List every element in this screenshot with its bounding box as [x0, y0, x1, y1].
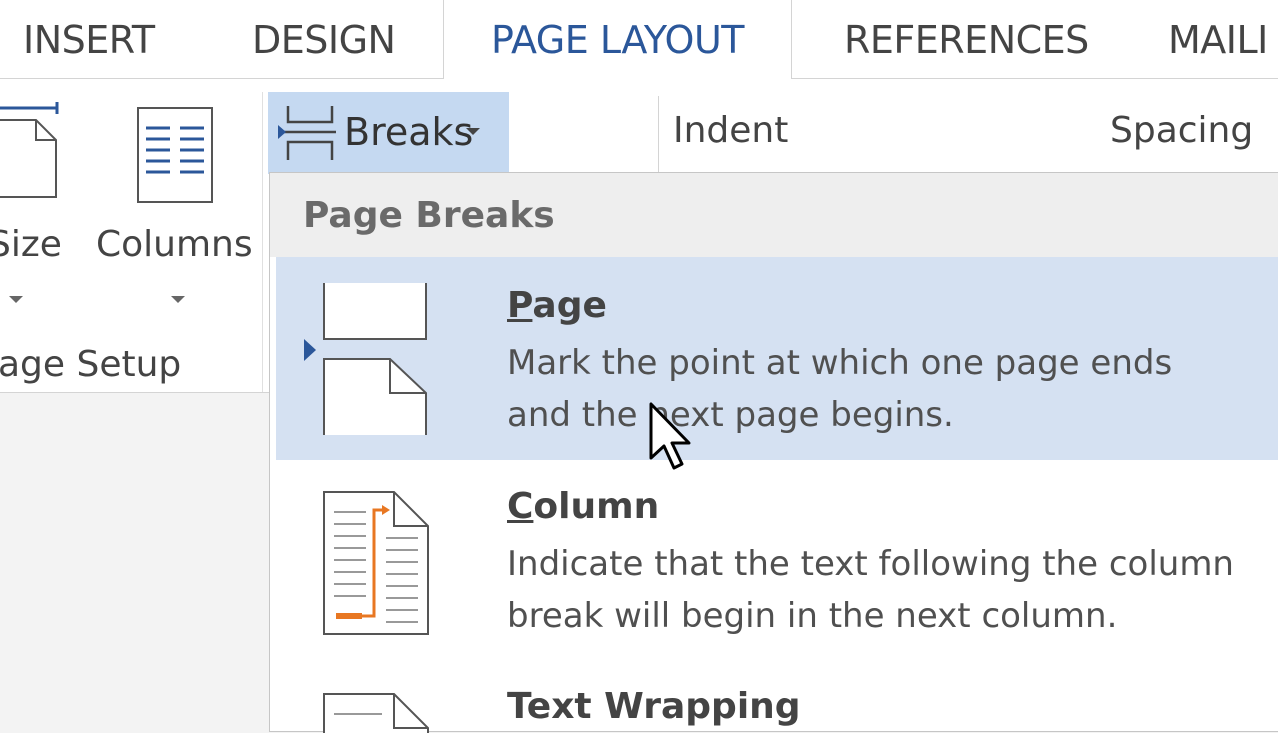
accelerator-key: P — [507, 285, 533, 326]
tab-references[interactable]: REFERENCES — [844, 18, 1089, 62]
breaks-label: Breaks — [344, 110, 474, 154]
size-button[interactable]: Size — [0, 100, 70, 315]
menu-item-column[interactable]: Column Indicate that the text following … — [276, 460, 1278, 660]
menu-item-description: Indicate that the text following the col… — [507, 538, 1278, 642]
tab-page-layout[interactable]: PAGE LAYOUT — [443, 0, 792, 80]
menu-item-title: Text Wrapping — [507, 686, 801, 727]
divider — [658, 96, 659, 176]
menu-item-page[interactable]: Page Mark the point at which one page en… — [276, 257, 1278, 460]
breaks-button[interactable]: Breaks — [268, 92, 509, 174]
page-breaks-heading: Page Breaks — [303, 195, 555, 236]
breaks-dropdown-menu: Page Breaks Page Mark the point at which… — [269, 172, 1278, 733]
menu-item-title: Column — [507, 486, 659, 527]
chevron-down-icon — [171, 296, 185, 303]
columns-icon — [137, 107, 213, 203]
spacing-label: Spacing — [1110, 110, 1254, 151]
description-line: break will begin in the next column. — [507, 596, 1118, 636]
mouse-cursor-icon — [649, 402, 691, 470]
columns-button[interactable]: Columns — [92, 100, 262, 315]
group-divider — [262, 92, 263, 392]
indent-label: Indent — [673, 110, 789, 151]
column-break-icon — [323, 491, 429, 635]
title-rest: olumn — [533, 486, 660, 527]
menu-item-description: Mark the point at which one page ends an… — [507, 337, 1278, 441]
description-line: and the next page begins. — [507, 395, 954, 435]
page-size-icon — [0, 102, 59, 198]
chevron-down-icon — [9, 296, 23, 303]
description-line: Mark the point at which one page ends — [507, 343, 1173, 383]
tab-insert[interactable]: INSERT — [23, 18, 155, 62]
breaks-icon — [278, 106, 336, 160]
page-setup-group-label: age Setup — [0, 344, 182, 385]
size-label: Size — [0, 224, 62, 265]
columns-label: Columns — [96, 224, 253, 265]
ribbon-tab-bar: INSERT DESIGN PAGE LAYOUT REFERENCES MAI… — [0, 0, 1278, 80]
menu-item-text-wrapping[interactable]: Text Wrapping — [276, 660, 1278, 733]
description-line: Indicate that the text following the col… — [507, 544, 1234, 584]
title-rest: Text Wrapping — [507, 686, 801, 727]
menu-section-header: Page Breaks — [270, 173, 1278, 257]
chevron-down-icon — [466, 128, 480, 135]
text-wrapping-icon — [323, 693, 429, 733]
menu-item-title: Page — [507, 285, 607, 326]
tab-mailings[interactable]: MAILI — [1168, 18, 1268, 62]
tab-design[interactable]: DESIGN — [252, 18, 396, 62]
accelerator-key: C — [507, 486, 534, 527]
submenu-pointer-icon — [304, 339, 316, 361]
title-rest: age — [532, 285, 607, 326]
page-break-icon — [323, 283, 427, 435]
